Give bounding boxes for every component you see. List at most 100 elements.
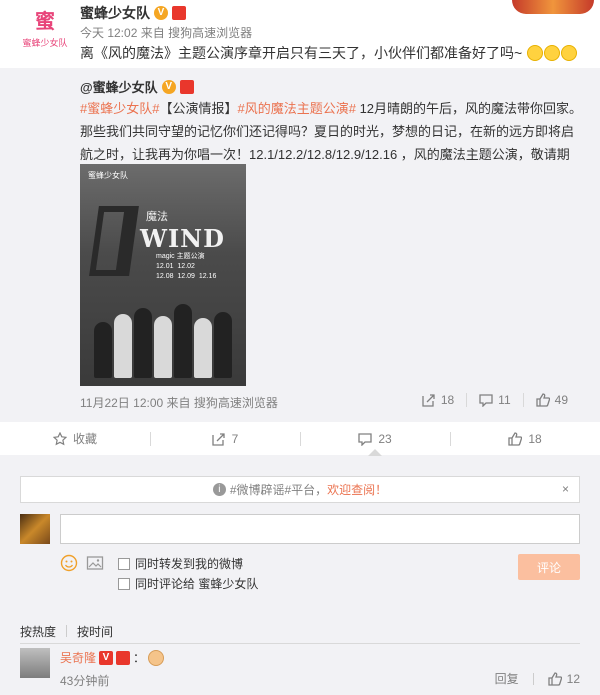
poster-top-line: 蜜蜂少女队 [88,171,128,180]
poster-sub: magic 主题公演 [156,253,205,260]
divider [66,625,68,637]
comment-actions: 回复 12 [495,670,580,687]
repost-author-name[interactable]: @蜜蜂少女队 [80,77,158,96]
post-action-bar: 收藏 7 23 18 [0,422,600,456]
reply-button[interactable]: 回复 [495,670,519,687]
notice-link[interactable]: 欢迎查阅！ [327,481,387,498]
favorite-button[interactable]: 收藏 [0,422,150,455]
repost-like-count: 49 [554,393,568,407]
comment-input[interactable] [60,514,580,544]
repost-comment-count: 11 [498,393,511,407]
like-button[interactable]: 18 [450,422,600,455]
my-avatar[interactable] [20,514,50,544]
notice-text: #微博辟谣#平台， [229,483,328,497]
repost-meta: 11月22日 12:00 来自 搜狗高速浏览器 [80,394,278,411]
medal-icon[interactable] [179,79,194,94]
decoration-banner-icon [512,0,594,14]
svg-text:蜜: 蜜 [35,9,55,33]
thumbs-up-icon [547,671,562,686]
comment-avatar[interactable] [20,648,50,678]
author-name[interactable]: 蜜蜂少女队 [80,3,150,23]
forward-label: 同时转发到我的微博 [135,557,244,571]
post-time[interactable]: 今天 12:02 [80,26,137,40]
poster-image[interactable]: 蜜蜂少女队 魔法 WIND magic 主题公演 12.01 12.02 12.… [80,164,246,386]
post-text: 离《风的魔法》主题公演序章开启只有三天了，小伙伴们都准备好了吗~ [80,43,578,63]
image-icon[interactable] [86,554,104,572]
group-photo [92,294,240,378]
comment-count: 23 [378,431,392,446]
author-avatar[interactable]: 蜜 蜜蜂少女队 [20,2,70,52]
comment-to-checkbox[interactable] [118,578,130,590]
svg-text:蜜蜂少女队: 蜜蜂少女队 [22,37,67,49]
like-count: 18 [528,431,542,446]
weibo-post: 蜜 蜜蜂少女队 蜜蜂少女队 V 今天 12:02 来自 搜狗高速浏览器 离《风的… [0,0,600,456]
comment-like-button[interactable]: 12 [547,671,580,686]
repost-comment-button[interactable]: 11 [466,393,522,407]
repost-like-button[interactable]: 49 [522,393,580,407]
sweat-emoji-icon [544,45,561,61]
comment-tools [60,554,104,572]
medal-icon[interactable] [172,6,186,20]
post-body: 离《风的魔法》主题公演序章开启只有三天了，小伙伴们都准备好了吗~ [80,45,523,61]
share-icon [212,432,225,446]
forward-option[interactable]: 同时转发到我的微博 [118,554,258,574]
hashtag-link[interactable]: #蜜蜂少女队# [80,101,159,116]
poster-dates: magic 主题公演 12.01 12.02 12.08 12.09 12.16 [156,252,216,282]
comment-area: i #微博辟谣#平台， 欢迎查阅！ × 同时转发到我的微博 同时评论给 蜜蜂少女… [0,456,600,695]
comment-row: 吴奇隆 V ： [60,649,165,666]
comment-time: 43分钟前 [60,674,110,688]
thumbs-up-icon [508,431,523,446]
comment-sort: 按热度 按时间 [20,621,580,641]
member-figure [214,312,232,378]
via-prefix: 来自 [166,396,191,410]
verified-icon[interactable]: V [161,79,176,94]
post-author: 蜜蜂少女队 V [80,3,186,23]
thumbs-up-emoji-icon [148,649,165,666]
comment-to-option[interactable]: 同时评论给 蜜蜂少女队 [118,574,258,594]
via-prefix: 来自 [140,26,165,40]
comment-button[interactable]: 23 [300,422,450,456]
verified-icon[interactable]: V [154,6,168,20]
repost-time[interactable]: 11月22日 12:00 [80,396,163,410]
star-icon [52,431,67,445]
emoji-icon[interactable] [60,554,78,572]
wind-character-graphic [89,206,139,276]
sweat-emoji-icon [527,45,544,61]
post-source[interactable]: 搜狗高速浏览器 [168,26,252,40]
bee-logo-icon: 蜜 蜜蜂少女队 [22,9,67,49]
notice-tag: 【公演情报】 [159,101,238,116]
verified-icon[interactable]: V [99,650,114,665]
submit-comment-button[interactable]: 评论 [518,554,580,580]
post-meta: 今天 12:02 来自 搜狗高速浏览器 [80,24,252,41]
share-button[interactable]: 7 [150,422,300,455]
sweat-emoji-icon [561,45,578,61]
repost-share-button[interactable]: 18 [410,393,466,407]
share-count: 7 [231,431,239,446]
comment-to-label: 同时评论给 蜜蜂少女队 [135,577,259,591]
active-caret-icon [368,449,382,456]
close-icon[interactable]: × [562,482,569,496]
repost-author: @蜜蜂少女队 V [80,77,194,96]
repost-share-count: 18 [440,393,455,407]
member-figure [114,314,132,378]
comment-icon [358,432,372,446]
commenter-name[interactable]: 吴奇隆 [60,649,96,666]
member-figure [194,318,212,378]
forward-checkbox[interactable] [118,558,130,570]
divider [20,643,580,644]
share-icon [422,394,435,407]
divider [532,672,534,685]
hashtag-link[interactable]: #风的魔法主题公演# [237,101,355,116]
medal-icon[interactable] [116,650,131,665]
rumor-notice: i #微博辟谣#平台， 欢迎查阅！ × [20,476,580,503]
sort-by-time[interactable]: 按时间 [77,623,113,640]
comment-options: 同时转发到我的微博 同时评论给 蜜蜂少女队 [118,554,258,594]
comment-like-count: 12 [566,671,580,686]
poster-title-en: WIND [140,224,225,253]
info-icon: i [212,483,226,496]
repost-box: @蜜蜂少女队 V #蜜蜂少女队#【公演情报】#风的魔法主题公演# 12月晴朗的午… [0,68,600,422]
favorite-label: 收藏 [72,432,97,446]
poster-date-list: 12.01 12.02 12.08 12.09 12.16 [156,263,217,280]
repost-source[interactable]: 搜狗高速浏览器 [194,396,278,410]
sort-by-hot[interactable]: 按热度 [20,623,56,640]
